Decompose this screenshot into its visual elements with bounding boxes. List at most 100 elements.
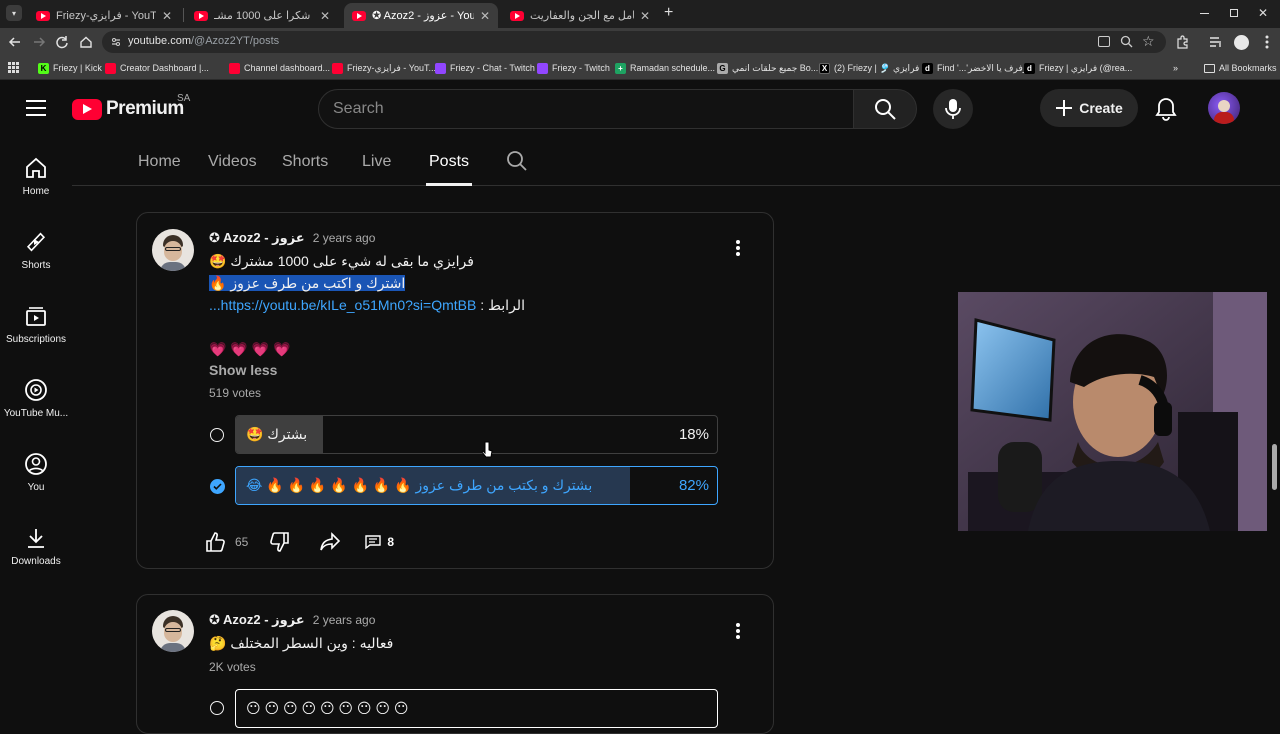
post-menu-icon[interactable] bbox=[735, 622, 741, 640]
tab-live[interactable]: Live bbox=[362, 153, 391, 171]
poll-option-label: بشترك 🤩 bbox=[246, 426, 308, 442]
guide-item-subscriptions[interactable]: Subscriptions bbox=[0, 284, 72, 358]
logo-text: Premium bbox=[106, 98, 184, 119]
bookmarks-overflow-icon[interactable]: » bbox=[1173, 60, 1178, 76]
youtube-favicon-icon bbox=[352, 10, 366, 21]
browser-tab-title: رحلتنا 🚀#1 | شكرا على 1000 مشـ bbox=[214, 10, 314, 22]
create-button[interactable]: Create bbox=[1040, 89, 1138, 127]
show-less-button[interactable]: Show less bbox=[209, 362, 277, 378]
close-tab-icon[interactable]: ✕ bbox=[320, 9, 330, 23]
close-tab-icon[interactable]: ✕ bbox=[480, 9, 490, 23]
home-button-icon[interactable] bbox=[78, 34, 94, 50]
bookmark-item[interactable]: Friezy - Chat - Twitch bbox=[435, 60, 535, 76]
tab-videos[interactable]: Videos bbox=[208, 153, 257, 171]
search-button[interactable] bbox=[853, 89, 917, 129]
browser-menu-icon[interactable] bbox=[1259, 34, 1275, 50]
address-bar[interactable]: youtube.com/@Azoz2YT/posts ☆ bbox=[102, 31, 1166, 53]
post-timestamp[interactable]: 2 years ago bbox=[313, 231, 376, 245]
poll-radio-unselected[interactable] bbox=[210, 428, 224, 442]
bookmark-item[interactable]: Friezy - Twitch bbox=[537, 60, 610, 76]
tab-home[interactable]: Home bbox=[138, 153, 181, 171]
dislike-button[interactable] bbox=[268, 531, 290, 553]
post-link[interactable]: ...https://youtu.be/kILe_o51Mn0?si=QmtBB bbox=[209, 297, 476, 313]
bookmark-item[interactable]: Creator Dashboard |... bbox=[105, 60, 209, 76]
browser-tab[interactable]: رحلتنا 🚀#1 | شكرا على 1000 مشـ ✕ bbox=[186, 3, 338, 28]
channel-search-icon[interactable] bbox=[506, 150, 528, 172]
like-button[interactable]: 65 bbox=[205, 531, 248, 553]
bookmark-star-icon[interactable]: ☆ bbox=[1142, 33, 1155, 50]
minimize-icon[interactable] bbox=[1200, 13, 1209, 14]
browser-tab[interactable]: حارس امن يتعامل مع الجن والعفاريت ✕ bbox=[502, 3, 658, 28]
author-name[interactable]: ✪ Azoz2 - عزوز bbox=[209, 612, 305, 628]
guide-item-home[interactable]: Home bbox=[0, 136, 72, 210]
page-scrollbar[interactable] bbox=[1272, 444, 1277, 490]
bookmark-item[interactable]: d Find '...'رفرف يا الاخضر bbox=[922, 60, 1027, 76]
reload-icon[interactable] bbox=[54, 34, 70, 50]
browser-tab[interactable]: Friezy-فرايزي - YouTube ✕ bbox=[28, 3, 180, 28]
post-actions: 65 8 bbox=[205, 530, 394, 554]
site-info-icon[interactable] bbox=[110, 36, 122, 48]
hamburger-menu-icon[interactable] bbox=[26, 100, 46, 116]
poll-option[interactable]: بشترك 🤩 18% bbox=[235, 415, 718, 454]
close-tab-icon[interactable]: ✕ bbox=[640, 9, 650, 23]
guide-label: Downloads bbox=[11, 556, 61, 567]
zoom-icon[interactable] bbox=[1120, 35, 1133, 48]
youtube-premium-logo[interactable]: Premium bbox=[72, 98, 184, 120]
bookmark-item[interactable]: Channel dashboard... bbox=[229, 60, 330, 76]
guide-label: Shorts bbox=[21, 260, 51, 271]
author-avatar[interactable] bbox=[152, 610, 194, 652]
music-icon bbox=[25, 379, 47, 401]
poll-option-selected[interactable]: بشترك و بكتب من طرف عزوز 🔥 🔥 🔥 🔥 🔥 🔥 🔥 😂… bbox=[235, 466, 718, 505]
apps-grid-icon[interactable] bbox=[8, 62, 19, 73]
close-window-icon[interactable]: ✕ bbox=[1258, 6, 1268, 20]
poll-option[interactable]: 😶 😶 😶 😶 😶 😶 😶 😶 😶 bbox=[235, 689, 718, 728]
post-timestamp[interactable]: 2 years ago bbox=[313, 613, 376, 627]
media-control-icon[interactable] bbox=[1208, 34, 1224, 50]
post-header: ✪ Azoz2 - عزوز 2 years ago bbox=[209, 230, 375, 246]
guide-item-shorts[interactable]: Shorts bbox=[0, 210, 72, 284]
profile-avatar-icon[interactable] bbox=[1233, 34, 1249, 50]
browser-tab-active[interactable]: ✪ Azoz2 - عزوز - YouTube ✕ bbox=[344, 3, 498, 28]
voice-search-button[interactable] bbox=[933, 89, 973, 129]
poll-check-selected-icon[interactable] bbox=[210, 479, 225, 494]
bookmark-label: Friezy | Kick bbox=[53, 63, 102, 73]
bookmark-item[interactable]: Friezy-فرايزي - YouT... bbox=[332, 60, 436, 76]
guide-item-you[interactable]: You bbox=[0, 432, 72, 506]
tab-search-button[interactable]: ▾ bbox=[6, 5, 22, 21]
author-avatar[interactable] bbox=[152, 229, 194, 271]
forward-icon[interactable] bbox=[31, 34, 47, 50]
tab-shorts[interactable]: Shorts bbox=[282, 153, 328, 171]
post-menu-icon[interactable] bbox=[735, 239, 741, 257]
share-button[interactable] bbox=[319, 531, 341, 553]
account-avatar[interactable] bbox=[1208, 92, 1240, 124]
bookmark-item[interactable]: + Ramadan schedule... bbox=[615, 60, 715, 76]
active-tab-indicator bbox=[426, 183, 472, 186]
thumbs-up-icon bbox=[206, 532, 225, 552]
url-text[interactable]: youtube.com/@Azoz2YT/posts bbox=[128, 35, 279, 47]
notifications-bell-icon[interactable] bbox=[1155, 97, 1177, 121]
twitch-favicon-icon bbox=[435, 62, 446, 74]
post-text-line-highlighted: اشترك و اكتب من طرف عزوز 🔥 bbox=[209, 275, 406, 292]
guide-item-youtube-music[interactable]: YouTube Mu... bbox=[0, 358, 72, 432]
youtube-favicon-icon bbox=[36, 10, 50, 21]
tab-posts[interactable]: Posts bbox=[429, 153, 469, 171]
install-app-icon[interactable] bbox=[1098, 36, 1110, 47]
browser-toolbar: youtube.com/@Azoz2YT/posts ☆ bbox=[0, 28, 1280, 56]
back-icon[interactable] bbox=[7, 34, 23, 50]
extensions-icon[interactable] bbox=[1174, 34, 1190, 50]
close-tab-icon[interactable]: ✕ bbox=[162, 9, 172, 23]
bookmarks-bar: K Friezy | Kick Creator Dashboard |... Ch… bbox=[0, 56, 1280, 80]
bookmark-item[interactable]: d Friezy | فرايزي (@rea... bbox=[1024, 60, 1132, 76]
bookmark-item[interactable]: G جميع حلقات انمي Bo... bbox=[717, 60, 818, 76]
comments-button[interactable]: 8 bbox=[365, 534, 394, 550]
maximize-icon[interactable] bbox=[1230, 9, 1238, 17]
poll-radio-unselected[interactable] bbox=[210, 701, 224, 715]
new-tab-button[interactable]: + bbox=[664, 4, 673, 22]
bookmark-label: Creator Dashboard |... bbox=[120, 63, 209, 73]
author-name[interactable]: ✪ Azoz2 - عزوز bbox=[209, 230, 305, 246]
bookmark-item[interactable]: K Friezy | Kick bbox=[38, 60, 102, 76]
bookmark-item[interactable]: X (2) Friezy | 🎐 فرايزي bbox=[819, 60, 919, 76]
guide-item-downloads[interactable]: Downloads bbox=[0, 506, 72, 580]
all-bookmarks-button[interactable]: All Bookmarks bbox=[1204, 60, 1277, 76]
search-input[interactable] bbox=[333, 99, 833, 119]
